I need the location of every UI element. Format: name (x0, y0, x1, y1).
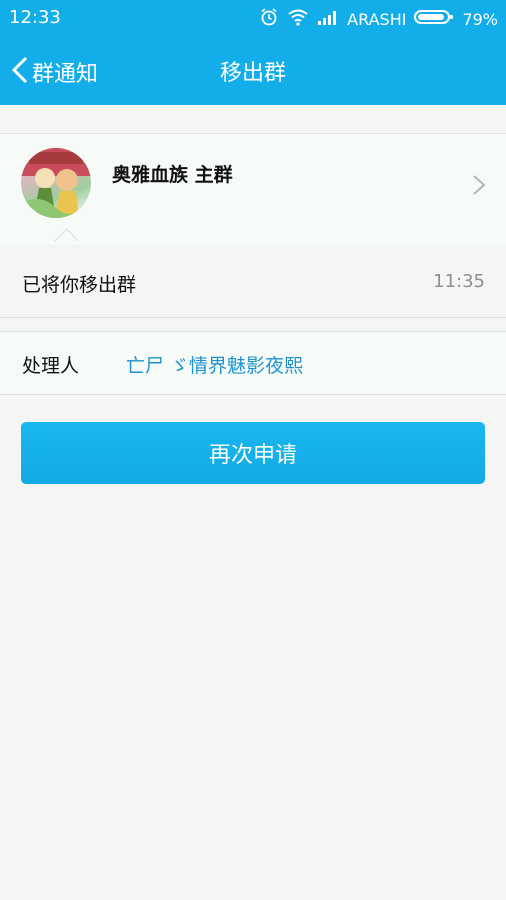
battery-percent: 79% (462, 9, 498, 29)
alarm-icon (259, 7, 279, 31)
group-name: 奥雅血族 主群 (112, 164, 233, 186)
notice-message: 已将你移出群 (22, 274, 137, 296)
notice-time: 11:35 (433, 271, 485, 292)
signal-icon (317, 9, 339, 29)
status-indicators: ARASHI 79% (259, 7, 498, 31)
group-card[interactable]: 奥雅血族 主群 (0, 133, 506, 246)
page-title: 移出群 (219, 61, 286, 86)
chevron-right-icon (472, 174, 486, 200)
status-time: 12:33 (9, 7, 61, 28)
group-avatar (21, 148, 91, 218)
handler-label: 处理人 (22, 355, 80, 377)
battery-icon (414, 9, 454, 29)
handler-row: 处理人 亡尸 ゞ情界魅影夜熙 (0, 331, 506, 395)
wifi-icon (287, 8, 309, 30)
notice-row: 已将你移出群 11:35 (0, 245, 506, 318)
handler-name-link[interactable]: 亡尸 ゞ情界魅影夜熙 (126, 351, 303, 378)
status-bar: 12:33 ARASHI 79% (0, 0, 506, 36)
carrier-name: ARASHI (347, 9, 407, 29)
header-bar: 群通知 移出群 (0, 36, 506, 105)
reapply-button[interactable]: 再次申请 (21, 422, 485, 484)
